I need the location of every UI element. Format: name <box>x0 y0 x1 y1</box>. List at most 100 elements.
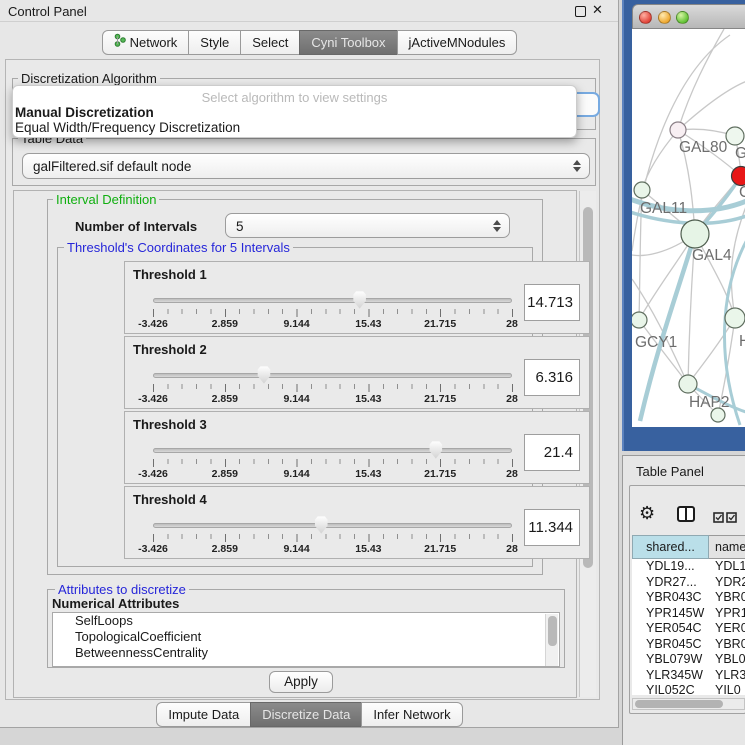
table-row[interactable]: YER054CYER0 <box>632 621 745 637</box>
slider-tick-label: 28 <box>506 468 518 480</box>
slider-track[interactable] <box>153 373 512 378</box>
slider-track[interactable] <box>153 523 512 528</box>
checkbox-icon[interactable] <box>726 510 737 528</box>
table-data-combobox[interactable]: galFiltered.sif default node <box>22 153 590 179</box>
tab-cyni-toolbox[interactable]: Cyni Toolbox <box>299 30 397 55</box>
table-row[interactable]: YIL052CYIL0 <box>632 683 745 695</box>
network-edge <box>642 130 678 190</box>
threshold-label: Threshold 4 <box>133 492 207 507</box>
slider-track[interactable] <box>153 298 512 303</box>
slider-major-ticks <box>153 309 514 317</box>
table-cell: YDR2 <box>709 575 745 591</box>
column-selector-icon[interactable] <box>677 506 695 527</box>
table-row[interactable]: YPR145WYPR1 <box>632 606 745 622</box>
slider-major-ticks <box>153 459 514 467</box>
attribute-item-selfloops[interactable]: SelfLoops <box>53 613 559 629</box>
column-header-shared-name[interactable]: shared... <box>632 535 709 559</box>
network-edge <box>678 81 745 130</box>
slider-track[interactable] <box>153 448 512 453</box>
slider-thumb[interactable] <box>428 441 443 459</box>
slider-tick-label: -3.426 <box>138 468 168 480</box>
tab-impute-data[interactable]: Impute Data <box>156 702 251 727</box>
minimize-traffic-light-icon[interactable] <box>658 11 671 24</box>
network-node[interactable] <box>634 182 650 198</box>
threshold-value-field[interactable]: 6.316 <box>524 359 580 396</box>
checkbox-icon[interactable] <box>713 510 724 528</box>
network-node[interactable] <box>632 312 647 328</box>
network-node[interactable] <box>670 122 686 138</box>
table-cell: YIL0 <box>709 683 745 695</box>
network-node-label: H <box>739 333 745 350</box>
scrollbar-thumb[interactable] <box>635 700 723 708</box>
table-cell: YBR045C <box>632 637 709 653</box>
table-row[interactable]: YBR043CYBR0 <box>632 590 745 606</box>
slider-major-ticks <box>153 384 514 392</box>
network-node-label: GCY1 <box>635 334 677 351</box>
table-cell: YIL052C <box>632 683 709 695</box>
threshold-value-field[interactable]: 21.4 <box>524 434 580 471</box>
attribute-item-topologicalcoefficient[interactable]: TopologicalCoefficient <box>53 629 559 645</box>
slider-thumb[interactable] <box>256 366 271 384</box>
network-node[interactable] <box>726 127 744 145</box>
apply-button[interactable]: Apply <box>269 671 333 693</box>
node-attribute-table: shared... name YDL19...YDL1YDR27...YDR2Y… <box>632 535 745 695</box>
network-node[interactable] <box>681 220 709 248</box>
table-row[interactable]: YLR345WYLR3 <box>632 668 745 684</box>
tab-infer-network[interactable]: Infer Network <box>361 702 462 727</box>
network-node[interactable] <box>732 167 745 186</box>
threshold-value-field[interactable]: 11.344 <box>524 509 580 546</box>
algorithm-popup-item-equal-width-frequency[interactable]: Equal Width/Frequency Discretization <box>15 120 240 135</box>
table-row[interactable]: YBR045CYBR0 <box>632 637 745 653</box>
slider-thumb[interactable] <box>352 291 367 309</box>
number-of-intervals-combobox[interactable]: 5 <box>225 213 510 238</box>
tab-label: Network <box>130 31 178 55</box>
zoom-traffic-light-icon[interactable] <box>676 11 689 24</box>
float-window-icon[interactable] <box>575 6 586 17</box>
algorithm-popup-item-manual-discretization[interactable]: Manual Discretization <box>15 105 154 120</box>
table-row[interactable]: YDR27...YDR2 <box>632 575 745 591</box>
table-panel-window: Table Panel ⚙ shared... name YDL19...YDL… <box>622 455 745 745</box>
tab-label: Select <box>252 31 288 55</box>
network-node-label: HAP2 <box>689 394 730 411</box>
threshold-label: Threshold 3 <box>133 417 207 432</box>
slider-tick-label: -3.426 <box>138 393 168 405</box>
tab-style[interactable]: Style <box>188 30 241 55</box>
control-panel-titlebar: Control Panel ✕ <box>0 0 618 22</box>
numerical-attributes-label: Numerical Attributes <box>52 596 179 611</box>
network-window-titlebar[interactable] <box>632 4 745 29</box>
interval-definition-group-title: Interval Definition <box>53 192 159 207</box>
column-header-name[interactable]: name <box>709 535 745 559</box>
table-cell: YPR145W <box>632 606 709 622</box>
threshold-panel-4: Threshold 4-3.4262.8599.14415.4321.71528… <box>124 486 590 559</box>
tab-select[interactable]: Select <box>240 30 300 55</box>
network-node[interactable] <box>725 308 745 328</box>
attribute-item-betweennesscentrality[interactable]: BetweennessCentrality <box>53 645 559 661</box>
slider-major-ticks <box>153 534 514 542</box>
table-cell: YDL1 <box>709 559 745 575</box>
slider-tick-label: 9.144 <box>283 468 309 480</box>
table-data-combobox-value: galFiltered.sif default node <box>33 154 191 179</box>
table-cell: YLR3 <box>709 668 745 684</box>
algorithm-popup-placeholder: Select algorithm to view settings <box>13 90 576 105</box>
number-of-intervals-label: Number of Intervals <box>75 219 197 234</box>
table-horizontal-scrollbar[interactable] <box>632 698 745 710</box>
network-canvas[interactable]: GAL80GACGAL11GAL4GCY1HHAP2 <box>632 29 745 427</box>
close-icon[interactable]: ✕ <box>592 2 603 18</box>
table-cell: YDR27... <box>632 575 709 591</box>
tab-jactivemnodules[interactable]: jActiveMNodules <box>397 30 518 55</box>
attributes-list-scrollbar[interactable] <box>545 614 558 667</box>
slider-thumb[interactable] <box>314 516 329 534</box>
threshold-value-field[interactable]: 14.713 <box>524 284 580 321</box>
network-node[interactable] <box>679 375 697 393</box>
table-row[interactable]: YDL19...YDL1 <box>632 559 745 575</box>
algorithm-popup: Select algorithm to view settings Manual… <box>12 85 577 138</box>
slider-tick-label: 2.859 <box>212 318 238 330</box>
close-traffic-light-icon[interactable] <box>639 11 652 24</box>
gear-icon[interactable]: ⚙ <box>639 504 655 522</box>
scrollbar-thumb[interactable] <box>548 616 557 646</box>
table-row[interactable]: YBL079WYBL0 <box>632 652 745 668</box>
network-edge <box>678 29 724 130</box>
tab-discretize-data[interactable]: Discretize Data <box>250 702 362 727</box>
slider-tick-label: 9.144 <box>283 318 309 330</box>
tab-network[interactable]: Network <box>102 30 190 55</box>
